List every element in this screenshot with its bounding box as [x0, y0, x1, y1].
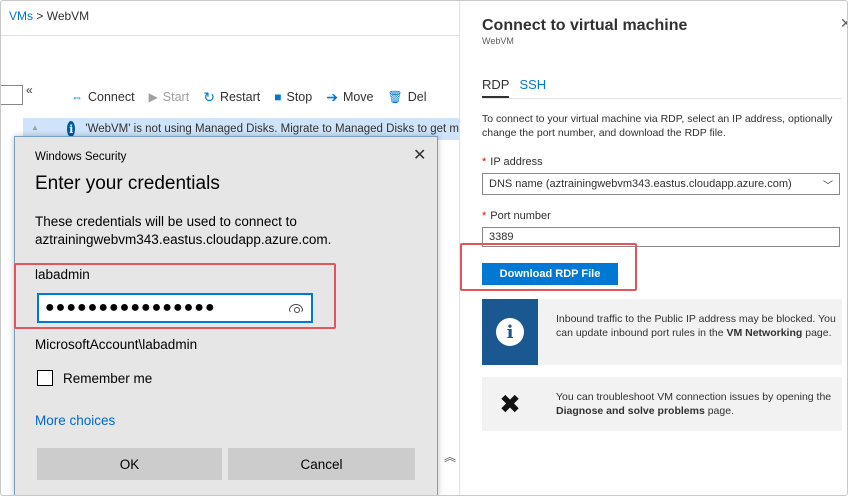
required-asterisk: * — [482, 156, 487, 168]
start-label: Start — [162, 90, 190, 104]
restart-icon: ↻ — [203, 89, 215, 105]
delete-label: Del — [407, 90, 427, 104]
ip-address-label: * IP address — [482, 156, 543, 168]
stop-button[interactable]: ■ Stop — [274, 90, 312, 104]
troubleshoot-text: You can troubleshoot VM connection issue… — [556, 390, 836, 418]
more-choices-link[interactable]: More choices — [35, 413, 115, 428]
cancel-button[interactable]: Cancel — [228, 448, 415, 480]
troubleshoot-info-card: ✖ You can troubleshoot VM connection iss… — [482, 377, 842, 431]
breadcrumb-current: WebVM — [46, 9, 90, 23]
arrow-right-icon: ➔ — [326, 89, 338, 105]
port-number-label-text: Port number — [490, 210, 551, 222]
stop-label: Stop — [286, 90, 313, 104]
inbound-traffic-info-card: i Inbound traffic to the Public IP addre… — [482, 299, 842, 365]
download-highlight-box — [460, 243, 637, 291]
connect-tabs: RDP SSH — [482, 77, 556, 98]
breadcrumb: VMs > WebVM — [9, 9, 89, 23]
info-text: Inbound traffic to the Public IP address… — [556, 312, 836, 340]
double-chevron-up-icon[interactable]: ︽ — [444, 448, 456, 465]
panel-title: Connect to virtual machine — [482, 17, 688, 34]
password-highlight-box — [14, 263, 336, 329]
info-icon: i — [496, 318, 524, 346]
move-label: Move — [342, 90, 374, 104]
play-icon: ▶ — [148, 90, 158, 104]
rdp-description: To connect to your virtual machine via R… — [482, 113, 833, 139]
delete-button[interactable]: 🗑 Del — [388, 90, 427, 104]
dialog-heading: Enter your credentials — [35, 173, 220, 194]
remember-me-label: Remember me — [63, 370, 153, 386]
info-icon: i — [67, 121, 76, 137]
port-number-value: 3389 — [489, 231, 514, 243]
info-block: i — [482, 299, 538, 365]
connect-button[interactable]: ⇔ Connect — [71, 90, 135, 104]
account-label: MicrosoftAccount\labadmin — [35, 337, 198, 352]
chevron-down-icon: ﹀ — [823, 180, 833, 192]
screenshot-frame: VMs > WebVM « ⇔ Connect ▶ Start ↻ Restar… — [0, 0, 848, 496]
tab-divider — [482, 98, 842, 99]
remember-me-checkbox[interactable] — [37, 370, 53, 386]
diagnose-solve-link[interactable]: Diagnose and solve problems — [556, 405, 705, 417]
ip-address-select[interactable]: DNS name (aztrainingwebvm343.eastus.clou… — [482, 173, 840, 195]
breadcrumb-vms-link[interactable]: VMs — [9, 9, 33, 23]
start-button[interactable]: ▶ Start — [149, 90, 190, 104]
tools-icon: ✖ — [499, 388, 521, 419]
collapse-menu-button[interactable]: « — [26, 83, 33, 97]
connect-plug-icon: ⇔ — [71, 90, 83, 104]
panel-close-icon[interactable]: ✕ — [840, 15, 847, 32]
dialog-close-icon[interactable]: ✕ — [413, 145, 426, 165]
dialog-description: These credentials will be used to connec… — [35, 214, 332, 247]
left-search-box[interactable] — [1, 85, 23, 105]
connect-label: Connect — [88, 90, 135, 104]
restart-label: Restart — [219, 90, 261, 104]
remember-me-checkbox-row[interactable]: Remember me — [37, 370, 152, 386]
ip-address-label-text: IP address — [490, 156, 543, 168]
ok-button[interactable]: OK — [37, 448, 222, 480]
banner-text: 'WebVM' is not using Managed Disks. Migr… — [85, 123, 459, 135]
scroll-up-icon[interactable]: ▲ — [31, 123, 39, 132]
port-number-label: * Port number — [482, 210, 551, 222]
vm-networking-link[interactable]: VM Networking — [726, 327, 802, 339]
panel-subtitle: WebVM — [482, 36, 514, 46]
tab-ssh[interactable]: SSH — [519, 77, 546, 98]
move-button[interactable]: ➔ Move — [326, 90, 373, 104]
troubleshoot-text-part2: page. — [704, 405, 734, 417]
troubleshoot-text-part1: You can troubleshoot VM connection issue… — [556, 391, 832, 403]
required-asterisk: * — [482, 210, 487, 222]
stop-icon: ■ — [274, 90, 282, 104]
dialog-title: Windows Security — [35, 151, 127, 163]
tab-rdp[interactable]: RDP — [482, 77, 510, 98]
trash-icon: 🗑 — [387, 90, 403, 104]
ip-address-value: DNS name (aztrainingwebvm343.eastus.clou… — [489, 178, 792, 190]
breadcrumb-separator: > — [36, 9, 44, 23]
info-text-part2: page. — [802, 327, 832, 339]
vm-toolbar: ⇔ Connect ▶ Start ↻ Restart ■ Stop ➔ Mov… — [71, 87, 441, 107]
restart-button[interactable]: ↻ Restart — [203, 90, 260, 104]
header-divider — [1, 35, 459, 36]
